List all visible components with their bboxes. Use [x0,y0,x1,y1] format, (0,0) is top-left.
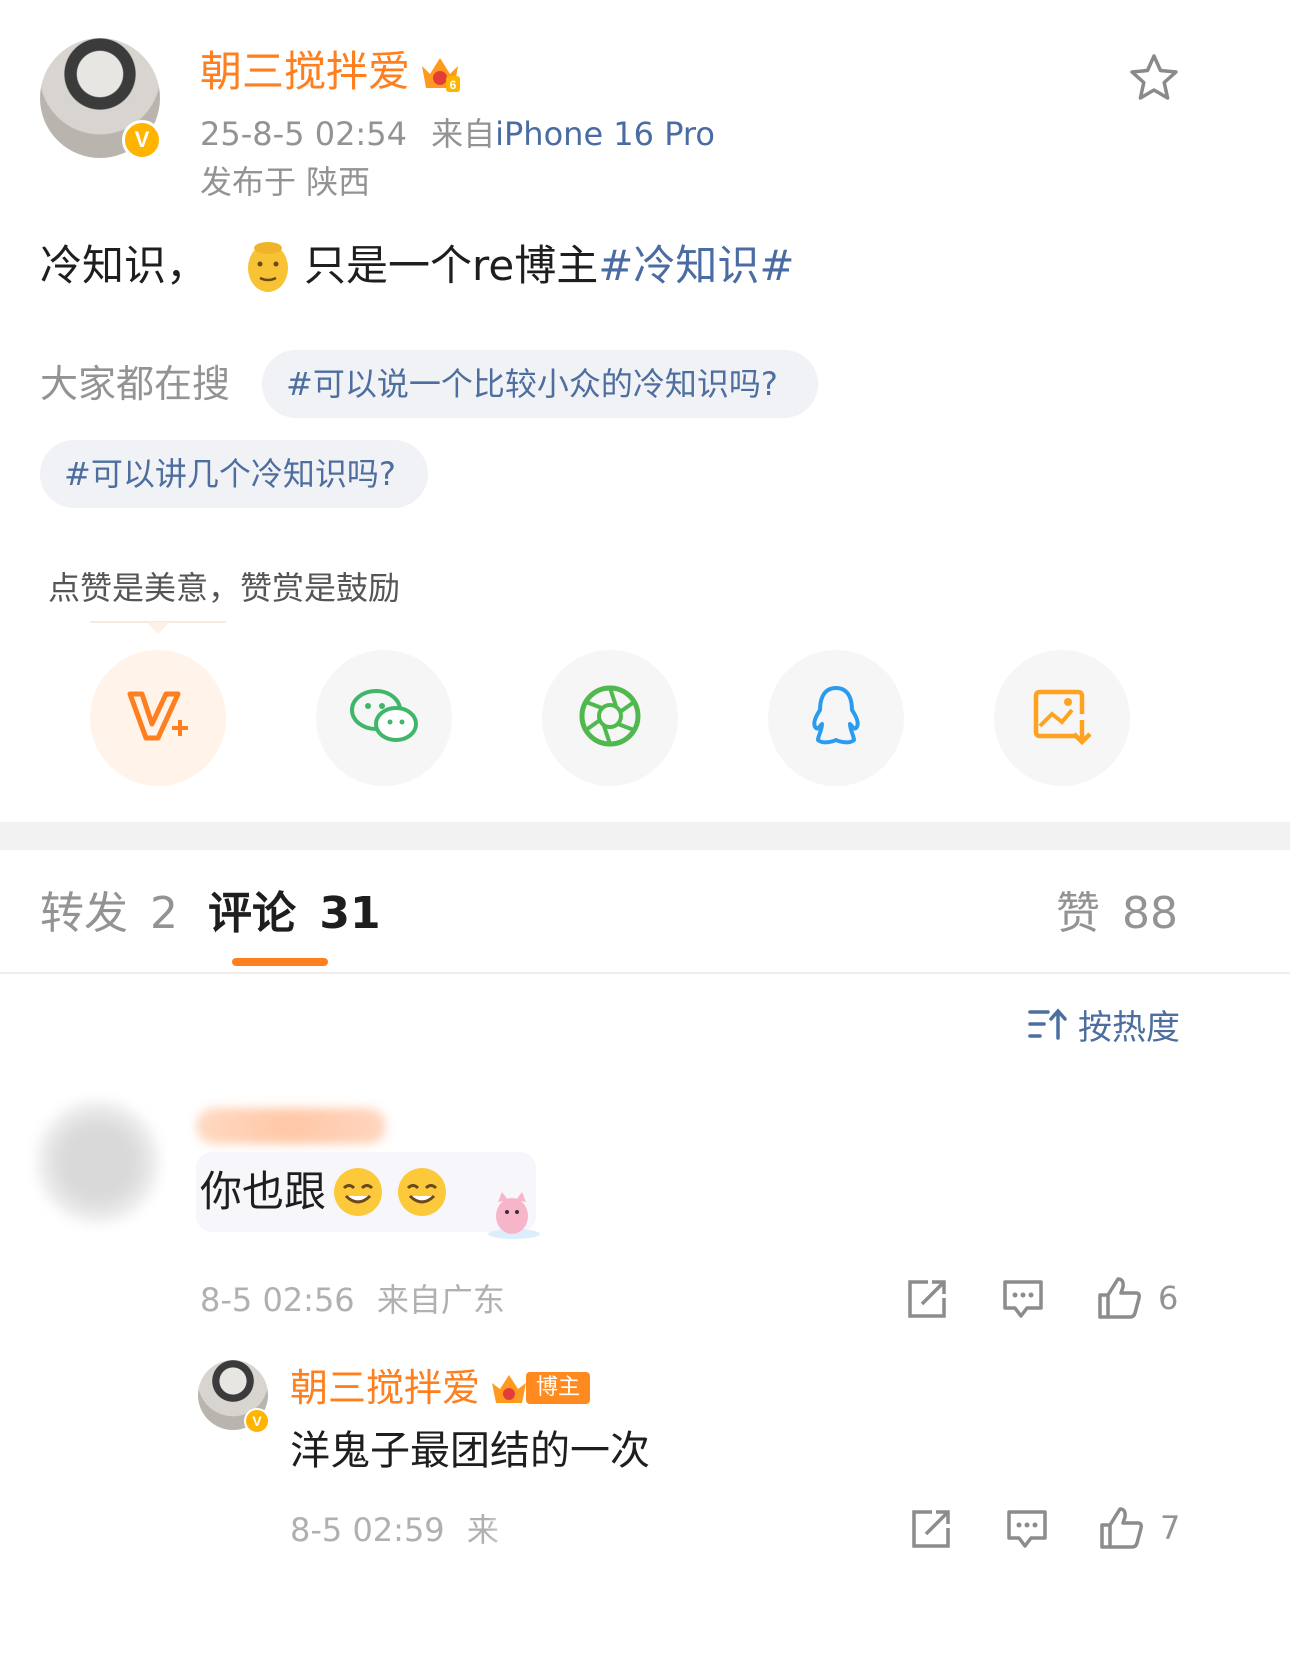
reply-header: 朝三搅拌爱 博主 [290,1362,591,1414]
comment-reply-button[interactable] [1000,1276,1046,1322]
reply-vip-crown-icon [490,1369,528,1407]
comment-share-button[interactable] [904,1276,950,1322]
sort-icon [1028,1006,1068,1042]
sort-button[interactable]: 按热度 [1028,1002,1180,1048]
tab-comment[interactable]: 评论 31 [208,886,381,942]
reply-like-count: 7 [1160,1509,1181,1547]
post-date: 25-8-5 02:54 [200,115,407,153]
tab-repost-count: 2 [150,888,178,939]
tab-comment-count: 31 [319,888,381,939]
post-text-part1: 冷知识， [40,241,209,290]
reply-bubble-icon [1003,1280,1043,1318]
comment-like-count: 6 [1158,1279,1179,1317]
reply-author-name[interactable]: 朝三搅拌爱 [290,1362,480,1414]
moments-icon [578,684,642,752]
comment-text: 你也跟 [200,1162,448,1222]
verified-badge-icon: V [122,120,162,160]
reply-share-button[interactable] [908,1506,954,1552]
reply-reply-button[interactable] [1004,1506,1050,1552]
tab-repost[interactable]: 转发 2 [40,886,178,942]
share-wechat-button[interactable] [316,650,452,786]
reward-v-icon [126,688,190,748]
search-chip-2[interactable]: #可以讲几个冷知识吗? [40,440,428,508]
post-text-part2: 只是一个re博主 [304,241,599,290]
grin-emoji-icon [396,1166,448,1218]
share-moments-button[interactable] [542,650,678,786]
comment-like-button[interactable]: 6 [1096,1272,1178,1324]
watermark-overlay [490,1504,740,1554]
tabs-divider [0,972,1290,974]
post-hashtag-link[interactable]: #冷知识# [598,236,794,296]
comment-meta: 8-5 02:56 来自广东 [200,1278,505,1322]
vip-crown-icon: 6 [418,50,462,94]
thumbs-up-icon [1098,1277,1141,1319]
search-label: 大家都在搜 [40,362,231,406]
reply-text: 洋鬼子最团结的一次 [290,1428,650,1474]
qq-icon [808,684,864,752]
grin-emoji-icon [332,1166,384,1218]
reply-verified-icon: V [244,1408,270,1434]
tab-like-count: 88 [1122,888,1178,939]
reply-bubble-icon [1007,1510,1047,1548]
reply-date: 8-5 02:59 [290,1511,445,1549]
post-source-prefix: 来自 [431,115,496,153]
favorite-star-icon[interactable] [1128,52,1180,104]
reward-button[interactable] [90,650,226,786]
search-chip-1[interactable]: #可以说一个比较小众的冷知识吗? [262,350,818,418]
tab-like[interactable]: 赞 88 [1056,886,1178,942]
share-out-icon [912,1510,950,1548]
reply-meta: 8-5 02:59 来 [290,1508,499,1552]
share-qq-button[interactable] [768,650,904,786]
vip-level-text: 6 [450,78,457,92]
post-location: 发布于 陕西 [200,163,371,201]
post-meta: 25-8-5 02:54 来自iPhone 16 Pro [200,112,715,156]
tab-comment-label: 评论 [208,888,296,939]
tab-repost-label: 转发 [40,888,128,939]
smirk-emoji-icon [244,238,292,294]
sort-label: 按热度 [1078,1007,1180,1048]
share-out-icon [908,1280,946,1318]
comment-source: 来自广东 [376,1281,505,1319]
author-name[interactable]: 朝三搅拌爱 [200,44,410,100]
post-source-device[interactable]: iPhone 16 Pro [495,115,715,153]
post-text: 冷知识， 只是一个re博主 #冷知识# [40,236,795,296]
commenter-avatar[interactable] [36,1100,160,1224]
save-image-icon [1032,686,1092,750]
blogger-badge: 博主 [526,1372,591,1404]
reply-like-button[interactable]: 7 [1098,1502,1180,1554]
comment-text-content: 你也跟 [200,1167,327,1216]
wechat-icon [348,686,420,750]
tab-like-label: 赞 [1056,888,1100,939]
reward-tooltip: 点赞是美意，赞赏是鼓励 [48,569,401,607]
thumbs-up-icon [1100,1507,1143,1549]
section-divider [0,822,1290,850]
active-tab-indicator [232,958,328,966]
comment-date: 8-5 02:56 [200,1281,355,1319]
pink-cat-sticker-icon [484,1186,544,1242]
save-image-button[interactable] [994,650,1130,786]
tooltip-pointer-icon [90,620,226,638]
commenter-name-blurred[interactable] [196,1108,386,1144]
